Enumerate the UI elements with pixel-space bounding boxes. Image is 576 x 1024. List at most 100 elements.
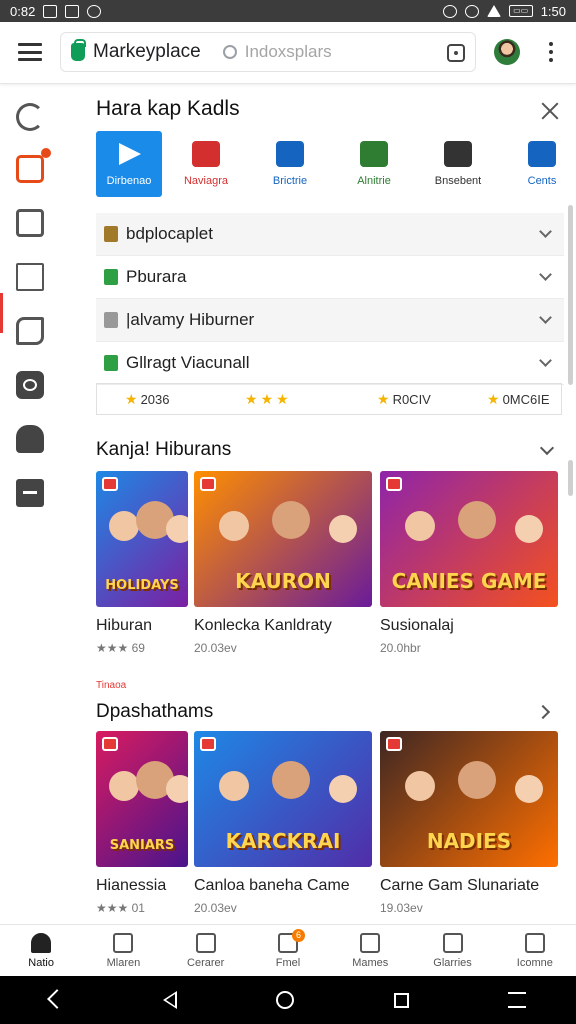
chevron-down-icon[interactable] [539, 354, 552, 367]
tablet-icon[interactable] [16, 263, 44, 291]
system-nav-bar [0, 976, 576, 1024]
rating-cell: ★ 2036 [125, 391, 169, 408]
nav-item-1[interactable]: Mlaren [82, 925, 164, 976]
app-badge-icon [102, 477, 118, 491]
category-label: Naviagra [183, 175, 229, 187]
nav-label: Icomne [516, 957, 553, 969]
scrollbar[interactable] [568, 205, 573, 385]
category-2[interactable]: Brictrie [250, 131, 330, 197]
camera-search-icon[interactable] [447, 44, 465, 62]
scrollbar-thumb[interactable] [568, 460, 573, 496]
game-title: Konlecka Kanldraty [194, 617, 332, 634]
game-meta: ★★★ 69 [96, 641, 145, 655]
nav-item-2[interactable]: Cerarer [165, 925, 247, 976]
rating-value: R0CIV [392, 392, 431, 407]
play-icon [115, 141, 143, 167]
character-figure [404, 511, 435, 541]
star-icon: ★ [260, 391, 274, 407]
chevron-down-icon[interactable] [539, 440, 555, 456]
refresh-icon[interactable] [16, 103, 44, 131]
game-card[interactable]: KAURON Konlecka Kanldraty 20.03ev [194, 471, 372, 655]
more-options-icon[interactable] [548, 42, 554, 64]
game-title: Canloa baneha Came [194, 877, 350, 894]
game-title: Carne Gam Slunariate [380, 877, 540, 894]
house-icon [113, 933, 134, 953]
game-card[interactable]: NADIES Carne Gam Slunariate 19.03ev [380, 731, 558, 915]
category-label: Brictrie [272, 175, 308, 187]
nav-item-4[interactable]: Mames [329, 925, 411, 976]
game-meta: 20.03ev [194, 641, 237, 655]
recents-icon[interactable] [393, 992, 409, 1008]
game-card[interactable]: HOLIDAYS Hiburan ★★★ 69 [96, 471, 188, 655]
category-1[interactable]: Naviagra [166, 131, 246, 197]
character-figure [165, 515, 188, 543]
puzzle-icon[interactable] [16, 317, 44, 345]
section-tag: Tinaoa [96, 680, 127, 691]
back-icon[interactable] [163, 991, 178, 1009]
image-icon [65, 4, 80, 18]
nav-item-5[interactable]: Glarries [411, 925, 493, 976]
category-strip: Dirbenao Naviagra Brictrie Alnitrie Bnsebent… [96, 131, 576, 197]
movie-icon [192, 141, 220, 167]
game-logo-text: HOLIDAYS [105, 578, 179, 593]
chevron-right-icon[interactable] [535, 704, 551, 720]
filter-row[interactable]: Pburara [96, 256, 564, 299]
rotate-icon[interactable] [508, 992, 527, 1008]
app-badge-icon [200, 737, 216, 751]
filter-row[interactable]: Gllragt Viacunall [96, 342, 564, 385]
minus-icon[interactable] [16, 479, 44, 507]
star-icon: ★ [245, 391, 258, 407]
nav-item-0[interactable]: Natio [0, 925, 82, 976]
menu-icon[interactable] [18, 43, 42, 61]
side-rail [0, 85, 60, 925]
battery-icon: ▭▭ [508, 5, 533, 17]
game-title: Hianessia [96, 877, 167, 894]
section-title-2: Dpashathams [96, 701, 214, 722]
status-time-left: 0:82 [10, 3, 36, 19]
character-figure [329, 775, 358, 803]
nav-item-3[interactable]: 6 Fmel [247, 925, 329, 976]
game-logo-text: SANIARS [109, 838, 175, 853]
search-input[interactable] [244, 42, 445, 62]
nav-item-6[interactable]: Icomne [494, 925, 576, 976]
filter-row[interactable]: |alvamy Hiburner [96, 299, 564, 342]
home-button-icon[interactable] [276, 991, 295, 1009]
game-card[interactable]: KARCKRAI Canloa baneha Came 20.03ev [194, 731, 372, 915]
star-icon: ★ [125, 391, 138, 407]
category-3[interactable]: Alnitrie [334, 131, 414, 197]
game-card[interactable]: SANIARS Hianessia ★★★ 01 [96, 731, 188, 915]
back-chevron-icon[interactable] [50, 992, 64, 1008]
app-bar: Markeyplace [0, 22, 576, 84]
library-icon[interactable] [16, 209, 44, 237]
character-figure [515, 775, 544, 803]
notifications-icon[interactable] [16, 148, 51, 183]
game-card[interactable]: CANIES GAME Susionalaj 20.0hbr [380, 471, 558, 655]
category-5[interactable]: Cents [502, 131, 576, 197]
chevron-down-icon[interactable] [539, 311, 552, 324]
character-figure [108, 511, 139, 541]
character-figure [272, 761, 311, 799]
character-figure [272, 501, 311, 539]
category-4[interactable]: Bnsebent [418, 131, 498, 197]
panel-title: Hara kap Kadls [96, 97, 240, 120]
chevron-down-icon[interactable] [539, 268, 552, 281]
game-meta: ★★★ 01 [96, 901, 145, 915]
signal-icon [486, 5, 501, 17]
avatar[interactable] [494, 39, 520, 65]
shop-icon [442, 933, 463, 953]
filter-rows: bdplocaplet Pburara |alvamy Hiburner Gllrag… [96, 213, 564, 385]
people-icon[interactable] [16, 425, 44, 453]
search-icon[interactable] [222, 45, 237, 59]
chevron-down-icon[interactable] [539, 225, 552, 238]
rating-cell: ★ 0MC6IE [487, 391, 550, 408]
filter-row[interactable]: bdplocaplet [96, 213, 564, 256]
game-thumbnail: KAURON [194, 471, 372, 607]
search-bar[interactable]: Markeyplace [60, 32, 476, 72]
chat-icon[interactable] [16, 371, 44, 399]
category-label: Bnsebent [434, 175, 482, 187]
nav-label: Fmel [275, 957, 301, 969]
close-icon[interactable] [540, 101, 560, 121]
row-label: bdplocaplet [126, 224, 213, 243]
category-0[interactable]: Dirbenao [96, 131, 162, 197]
rating-value: 2036 [140, 392, 170, 407]
